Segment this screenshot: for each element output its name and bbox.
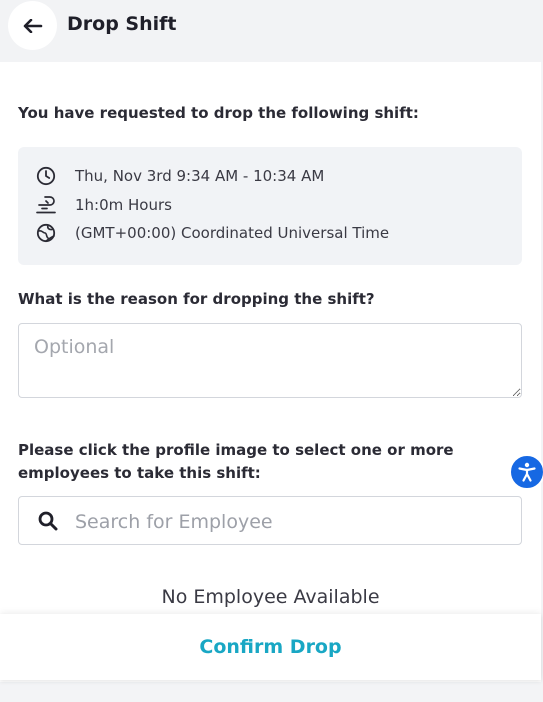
intro-text: You have requested to drop the following… (18, 104, 419, 122)
shift-duration-row: 1h:0m Hours (36, 193, 172, 217)
employee-search-input[interactable] (73, 505, 507, 539)
empty-employee-message: No Employee Available (161, 586, 380, 608)
clock-icon (36, 166, 56, 186)
shift-timezone: (GMT+00:00) Coordinated Universal Time (75, 224, 390, 242)
shift-info-box: Thu, Nov 3rd 9:34 AM - 10:34 AM 1h:0m Ho… (18, 147, 522, 265)
timer-icon (36, 196, 56, 214)
shift-datetime-row: Thu, Nov 3rd 9:34 AM - 10:34 AM (36, 164, 324, 188)
search-icon (38, 511, 58, 531)
confirm-drop-button[interactable]: Confirm Drop (0, 614, 541, 680)
page-title: Drop Shift (67, 13, 177, 35)
drop-shift-panel: You have requested to drop the following… (0, 62, 541, 682)
globe-icon (36, 223, 56, 243)
accessibility-button[interactable] (509, 454, 543, 490)
footer: Confirm Drop (0, 614, 541, 680)
employee-instruction: Please click the profile image to select… (18, 441, 454, 482)
reason-question: What is the reason for dropping the shif… (18, 290, 375, 308)
shift-duration: 1h:0m Hours (75, 196, 172, 214)
shift-timezone-row: (GMT+00:00) Coordinated Universal Time (36, 221, 389, 245)
header: Drop Shift (0, 0, 543, 62)
employee-search-box (18, 496, 522, 545)
accessibility-icon (518, 462, 536, 482)
back-button[interactable] (8, 1, 57, 50)
arrow-left-icon (23, 18, 42, 33)
reason-textarea[interactable] (18, 323, 522, 398)
shift-datetime: Thu, Nov 3rd 9:34 AM - 10:34 AM (75, 167, 325, 185)
